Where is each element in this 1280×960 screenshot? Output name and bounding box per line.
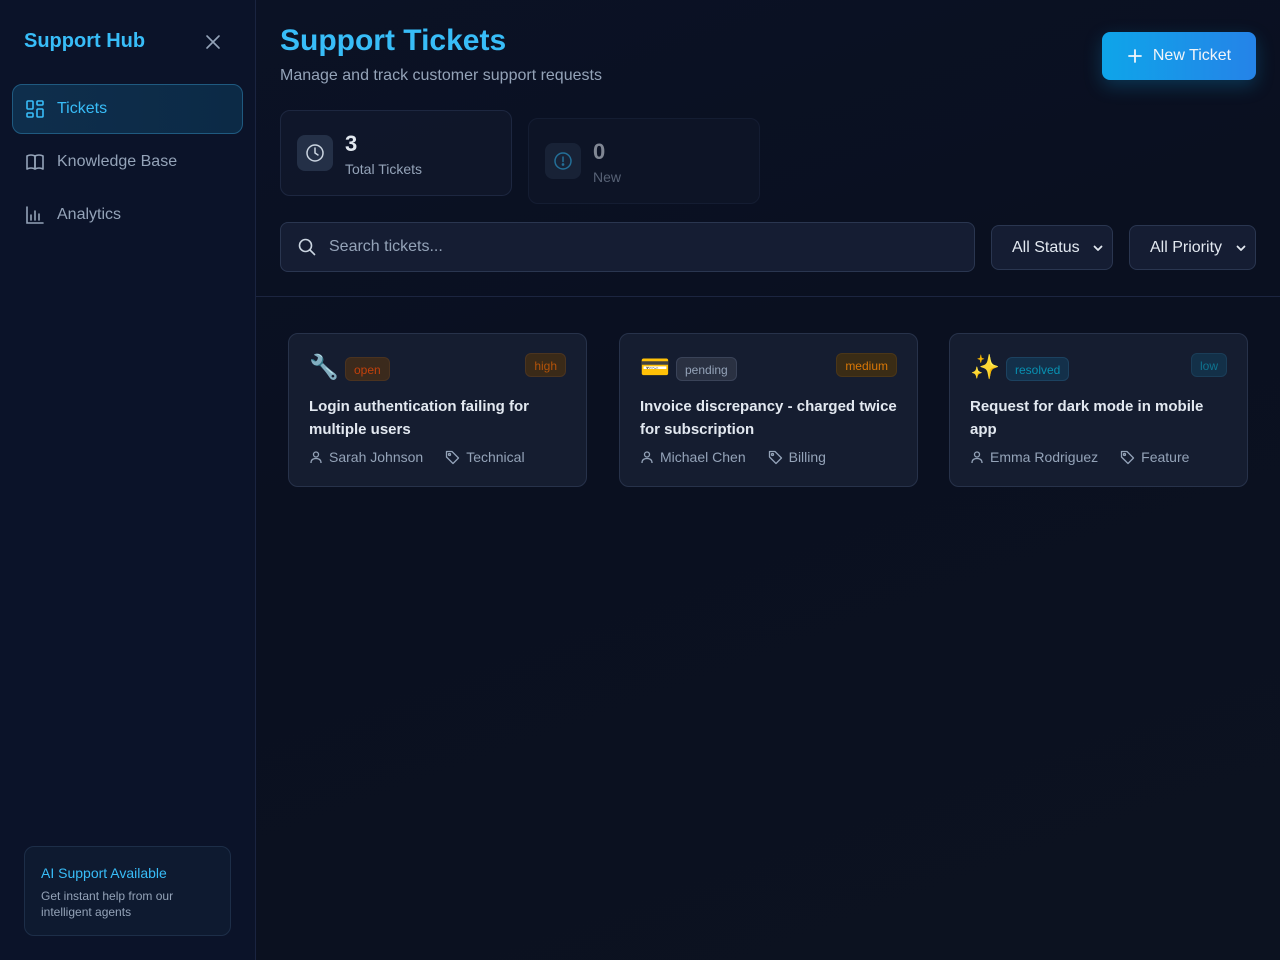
priority-badge: low [1190,353,1227,377]
sidebar-item-label: Knowledge Base [57,153,178,170]
tag-icon [446,450,460,464]
sidebar-item-analytics[interactable]: Analytics [12,190,243,240]
sidebar-item-tickets[interactable]: Tickets [12,84,243,134]
wrench-icon: 🔧 [309,354,339,381]
sidebar-item-label: Tickets [57,100,108,117]
search-icon [298,238,316,256]
ticket-card[interactable]: ✨ resolved low Request for dark mode in … [949,333,1248,487]
stat-value: 3 [345,131,358,156]
ai-support-title: AI Support Available [41,865,167,881]
priority-filter-select[interactable]: All Priority [1129,225,1256,270]
new-ticket-label: New Ticket [1152,47,1232,64]
page-subtitle: Manage and track customer support reques… [280,67,602,84]
ticket-title: Login authentication failing for multipl… [309,398,529,438]
stat-card-new: 0 New [528,118,760,204]
search-input[interactable] [329,238,974,256]
ticket-title: Request for dark mode in mobile app [970,398,1204,438]
credit-card-icon: 💳 [640,354,670,381]
ticket-customer: Sarah Johnson [329,449,424,465]
alert-circle-icon [545,143,581,179]
grid-icon [26,100,44,118]
tag-icon [1121,450,1135,464]
section-divider [256,296,1280,297]
sidebar-item-label: Analytics [57,206,122,223]
status-badge: open [345,357,390,381]
page-title: Support Tickets [280,24,507,57]
priority-filter-value: All Priority [1150,238,1223,256]
ticket-card[interactable]: 💳 pending medium Invoice discrepancy - c… [619,333,918,487]
ai-support-card[interactable]: AI Support Available Get instant help fr… [24,846,231,936]
user-icon [641,451,653,464]
stat-label: New [593,169,622,185]
stat-card-total-tickets: 3 Total Tickets [280,110,512,196]
plus-icon [1127,49,1142,63]
status-filter-select[interactable]: All Status [991,225,1113,270]
book-icon [26,154,44,170]
ticket-customer: Michael Chen [660,449,746,465]
close-icon [206,35,220,49]
user-icon [971,451,983,464]
ticket-category: Billing [788,449,826,465]
priority-badge: high [525,353,566,377]
chevron-down-icon [1236,245,1246,251]
status-badge: resolved [1006,357,1070,381]
new-ticket-button[interactable]: New Ticket [1102,32,1256,80]
status-badge: pending [676,357,737,381]
ticket-customer: Emma Rodriguez [990,449,1099,465]
status-filter-value: All Status [1012,238,1080,256]
ticket-category: Technical [466,449,525,465]
ticket-meta: Sarah Johnson Technical [309,449,525,465]
ticket-category: Feature [1141,449,1190,465]
user-icon [310,451,322,464]
stat-value: 0 [593,139,606,164]
ticket-title: Invoice discrepancy - charged twice for … [640,398,897,438]
priority-badge: medium [836,353,897,377]
stat-label: Total Tickets [345,161,423,177]
ai-support-description: Get instant help from our intelligent ag… [41,889,174,919]
tag-icon [768,450,782,464]
ticket-meta: Emma Rodriguez Feature [970,449,1189,465]
chevron-down-icon [1093,245,1103,251]
brand-title: Support Hub [24,30,146,52]
ticket-card[interactable]: 🔧 open high Login authentication failing… [288,333,587,487]
close-sidebar-button[interactable] [202,31,224,53]
search-bar[interactable] [280,222,975,272]
sidebar-nav: Tickets Knowledge Base Analytics [12,84,243,243]
clock-icon [297,135,333,171]
ticket-meta: Michael Chen Billing [640,449,826,465]
sparkles-icon: ✨ [970,354,1000,381]
bar-chart-icon [26,206,44,224]
main-content: Support Tickets Manage and track custome… [256,0,1280,960]
sidebar: Support Hub Tickets Knowledge Base Analy… [0,0,256,960]
sidebar-item-knowledge-base[interactable]: Knowledge Base [12,137,243,187]
